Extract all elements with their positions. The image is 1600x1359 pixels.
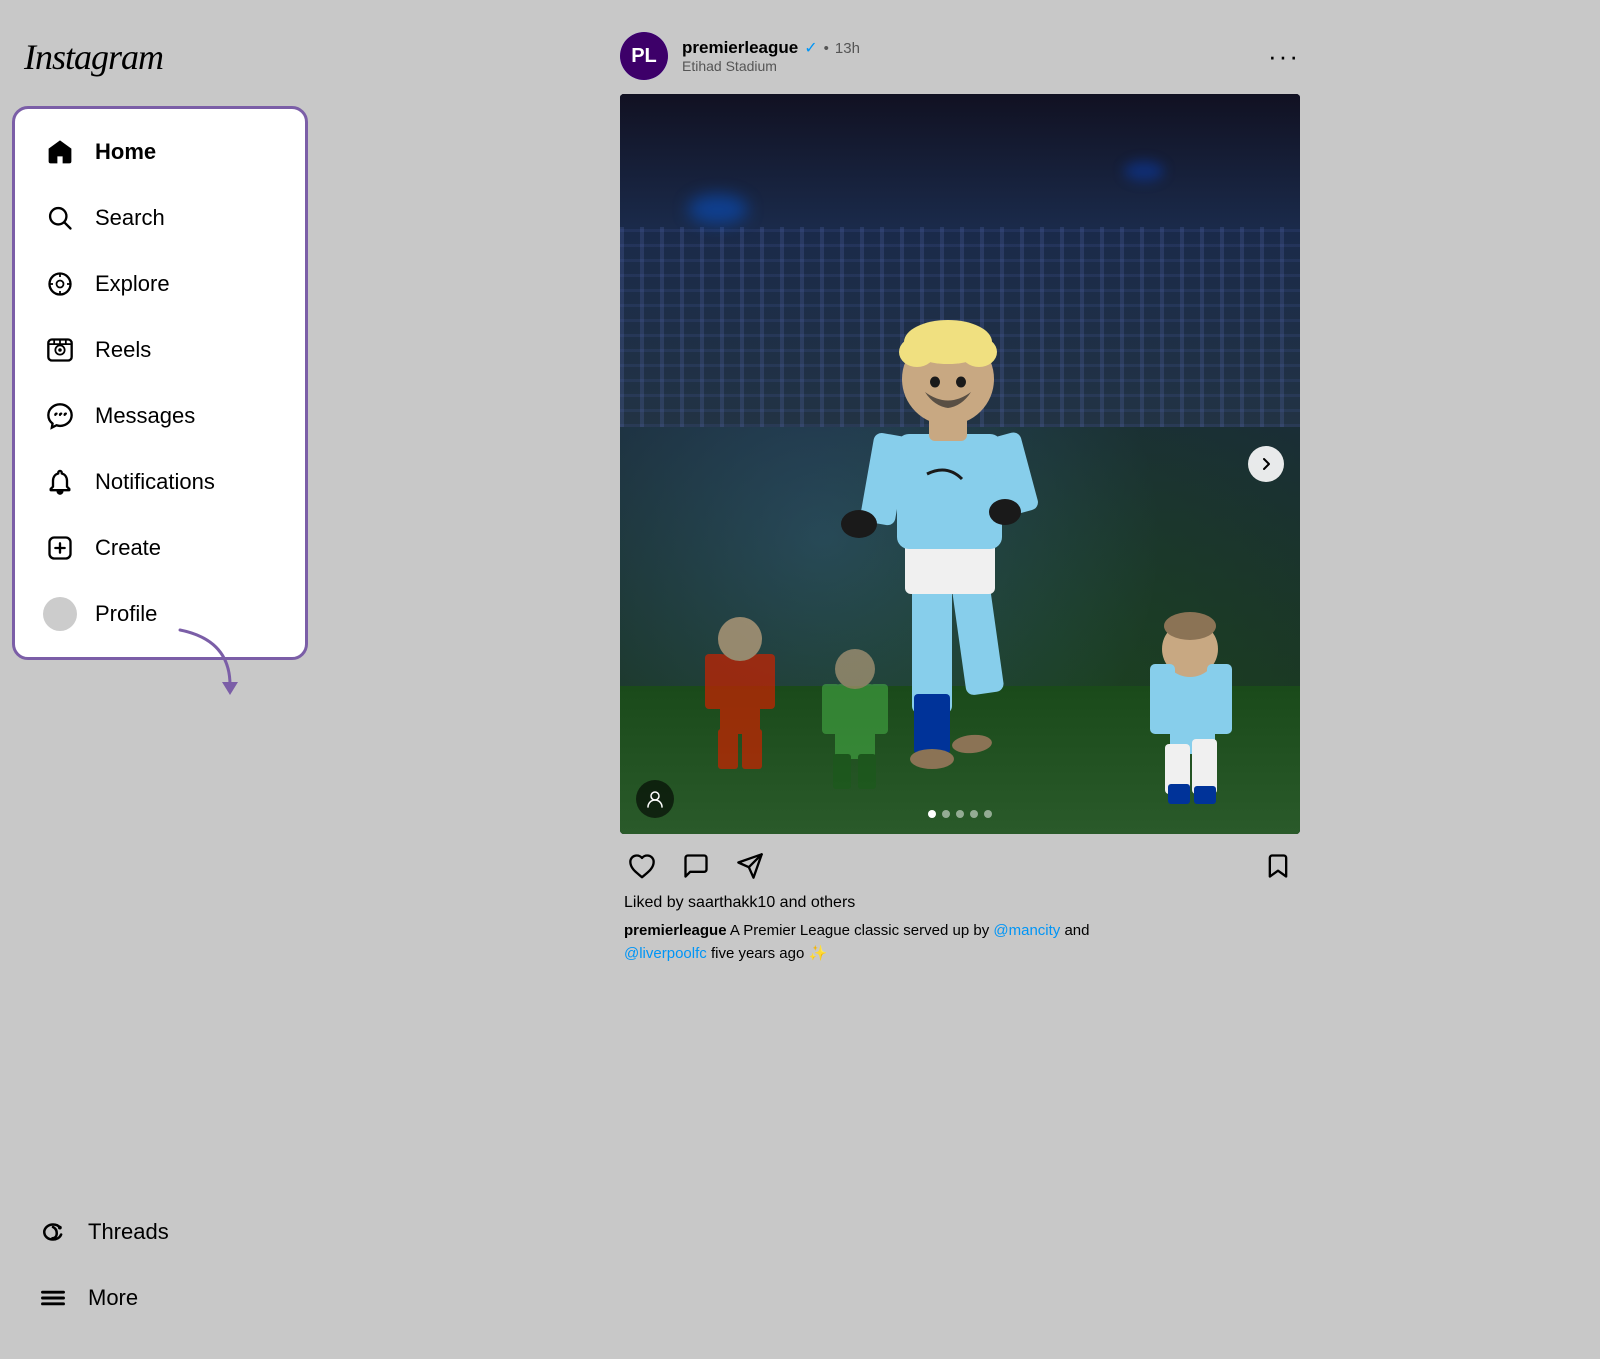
main-content: PL premierleague ✓ • 13h Etihad Stadium … (320, 0, 1600, 1359)
author-info: premierleague ✓ • 13h Etihad Stadium (682, 38, 860, 74)
carousel-next-button[interactable] (1248, 446, 1284, 482)
caption-end: five years ago ✨ (711, 945, 827, 962)
sidebar: Instagram Home Search (0, 0, 320, 1359)
caption-text-content: A Premier League classic served up by (730, 922, 989, 939)
carousel-dot-3[interactable] (956, 810, 964, 818)
sidebar-item-home-label: Home (95, 139, 156, 165)
post-image (620, 94, 1300, 834)
svg-text:PL: PL (631, 45, 657, 67)
comment-button[interactable] (678, 848, 714, 884)
sidebar-item-reels[interactable]: Reels (23, 319, 297, 381)
share-button[interactable] (732, 848, 768, 884)
author-username: premierleague (682, 38, 798, 58)
sidebar-item-notifications-label: Notifications (95, 469, 215, 495)
author-location: Etihad Stadium (682, 58, 860, 74)
post-likes: Liked by saarthakk10 and others (620, 894, 1300, 920)
post-more-button[interactable]: ··· (1268, 43, 1300, 69)
sidebar-item-search[interactable]: Search (23, 187, 297, 249)
sidebar-item-home[interactable]: Home (23, 121, 297, 183)
sidebar-item-explore-label: Explore (95, 271, 170, 297)
more-icon (36, 1281, 70, 1315)
sidebar-item-profile-label: Profile (95, 601, 157, 627)
bottom-nav: Threads More (0, 1181, 320, 1359)
instagram-logo: Instagram (0, 20, 320, 106)
sidebar-item-search-label: Search (95, 205, 165, 231)
post-author: PL premierleague ✓ • 13h Etihad Stadium (620, 32, 860, 80)
sidebar-item-threads-label: Threads (88, 1219, 169, 1245)
carousel-dot-4[interactable] (970, 810, 978, 818)
tag-people-button[interactable] (636, 780, 674, 818)
like-button[interactable] (624, 848, 660, 884)
create-icon (43, 531, 77, 565)
carousel-dots (928, 810, 992, 818)
carousel-dot-1[interactable] (928, 810, 936, 818)
messages-icon (43, 399, 77, 433)
reels-icon (43, 333, 77, 367)
sidebar-item-messages[interactable]: Messages (23, 385, 297, 447)
sidebar-item-create[interactable]: Create (23, 517, 297, 579)
caption-mention-mancity[interactable]: @mancity (993, 922, 1060, 939)
caption-mention-liverpool[interactable]: @liverpoolfc (624, 945, 707, 962)
author-name-row: premierleague ✓ • 13h (682, 38, 860, 58)
caption-and: and (1064, 922, 1089, 939)
carousel-dot-5[interactable] (984, 810, 992, 818)
post-card: PL premierleague ✓ • 13h Etihad Stadium … (620, 20, 1300, 1339)
likes-username[interactable]: saarthakk10 (688, 894, 775, 911)
threads-icon (36, 1215, 70, 1249)
actions-left (624, 848, 768, 884)
sidebar-item-notifications[interactable]: Notifications (23, 451, 297, 513)
home-icon (43, 135, 77, 169)
carousel-dot-2[interactable] (942, 810, 950, 818)
post-time: • (824, 40, 829, 57)
author-avatar: PL (620, 32, 668, 80)
post-caption: premierleague A Premier League classic s… (620, 920, 1300, 965)
search-icon (43, 201, 77, 235)
post-header: PL premierleague ✓ • 13h Etihad Stadium … (620, 20, 1300, 94)
sidebar-item-more-label: More (88, 1285, 138, 1311)
notifications-icon (43, 465, 77, 499)
nav-box: Home Search (12, 106, 308, 660)
sidebar-item-more[interactable]: More (20, 1267, 300, 1329)
verified-badge: ✓ (804, 38, 817, 58)
sidebar-item-profile[interactable]: Profile (23, 583, 297, 645)
sidebar-item-messages-label: Messages (95, 403, 195, 429)
sidebar-item-create-label: Create (95, 535, 161, 561)
post-image-background (620, 94, 1300, 834)
explore-icon (43, 267, 77, 301)
caption-username[interactable]: premierleague (624, 922, 727, 939)
save-button[interactable] (1260, 848, 1296, 884)
sidebar-item-threads[interactable]: Threads (20, 1201, 300, 1263)
avatar (43, 597, 77, 631)
sidebar-item-reels-label: Reels (95, 337, 151, 363)
sidebar-item-explore[interactable]: Explore (23, 253, 297, 315)
post-actions (620, 834, 1300, 894)
post-time-value: 13h (835, 40, 860, 57)
